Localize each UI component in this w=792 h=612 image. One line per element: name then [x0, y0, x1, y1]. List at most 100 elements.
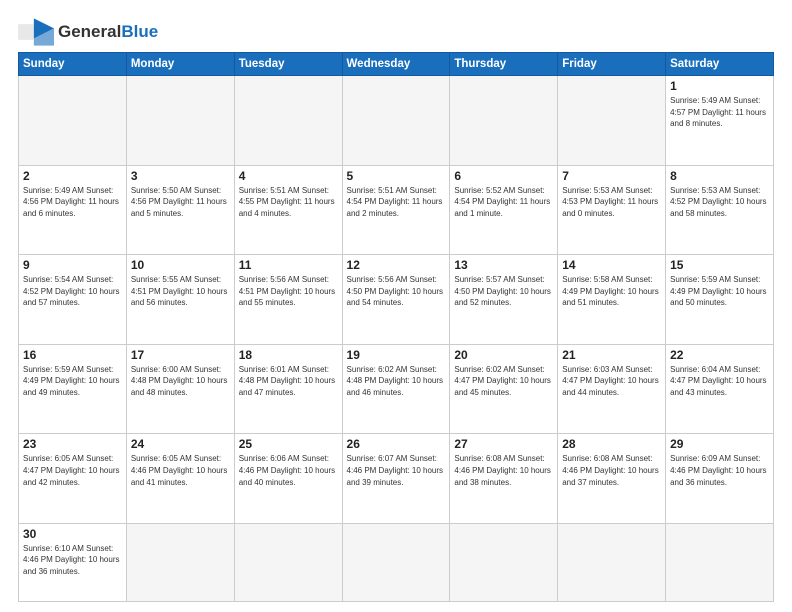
calendar-cell [558, 523, 666, 601]
day-number: 4 [239, 169, 338, 183]
day-info: Sunrise: 5:54 AM Sunset: 4:52 PM Dayligh… [23, 274, 122, 309]
day-info: Sunrise: 5:59 AM Sunset: 4:49 PM Dayligh… [23, 364, 122, 399]
day-number: 22 [670, 348, 769, 362]
calendar-cell: 18 Sunrise: 6:01 AM Sunset: 4:48 PM Dayli… [234, 344, 342, 434]
calendar-week-row: 16 Sunrise: 5:59 AM Sunset: 4:49 PM Dayli… [19, 344, 774, 434]
col-sunday: Sunday [19, 53, 127, 76]
day-info: Sunrise: 5:59 AM Sunset: 4:49 PM Dayligh… [670, 274, 769, 309]
calendar-cell: 4 Sunrise: 5:51 AM Sunset: 4:55 PM Daylig… [234, 165, 342, 255]
calendar-cell [126, 523, 234, 601]
day-number: 23 [23, 437, 122, 451]
day-number: 11 [239, 258, 338, 272]
day-info: Sunrise: 6:01 AM Sunset: 4:48 PM Dayligh… [239, 364, 338, 399]
day-number: 16 [23, 348, 122, 362]
day-number: 28 [562, 437, 661, 451]
day-info: Sunrise: 5:53 AM Sunset: 4:52 PM Dayligh… [670, 185, 769, 220]
day-number: 20 [454, 348, 553, 362]
calendar-cell: 3Sunrise: 5:50 AM Sunset: 4:56 PM Daylig… [126, 165, 234, 255]
day-info: Sunrise: 6:04 AM Sunset: 4:47 PM Dayligh… [670, 364, 769, 399]
calendar-week-row: 9 Sunrise: 5:54 AM Sunset: 4:52 PM Daylig… [19, 255, 774, 345]
col-friday: Friday [558, 53, 666, 76]
calendar-cell [450, 76, 558, 166]
day-info: Sunrise: 6:02 AM Sunset: 4:48 PM Dayligh… [347, 364, 446, 399]
day-info: Sunrise: 6:02 AM Sunset: 4:47 PM Dayligh… [454, 364, 553, 399]
calendar-cell: 26 Sunrise: 6:07 AM Sunset: 4:46 PM Dayli… [342, 434, 450, 524]
calendar-cell: 13 Sunrise: 5:57 AM Sunset: 4:50 PM Dayli… [450, 255, 558, 345]
calendar-cell: 14 Sunrise: 5:58 AM Sunset: 4:49 PM Dayli… [558, 255, 666, 345]
day-number: 2 [23, 169, 122, 183]
day-number: 27 [454, 437, 553, 451]
calendar-cell [234, 523, 342, 601]
calendar-cell: 1 Sunrise: 5:49 AM Sunset: 4:57 PM Daylig… [666, 76, 774, 166]
calendar-cell: 7 Sunrise: 5:53 AM Sunset: 4:53 PM Daylig… [558, 165, 666, 255]
logo-icon [18, 18, 54, 46]
day-info: Sunrise: 6:03 AM Sunset: 4:47 PM Dayligh… [562, 364, 661, 399]
day-number: 5 [347, 169, 446, 183]
logo-text: GeneralBlue [58, 23, 158, 42]
day-number: 1 [670, 79, 769, 93]
day-number: 13 [454, 258, 553, 272]
day-number: 21 [562, 348, 661, 362]
col-wednesday: Wednesday [342, 53, 450, 76]
calendar-week-row: 30Sunrise: 6:10 AM Sunset: 4:46 PM Dayli… [19, 523, 774, 601]
calendar-cell [342, 523, 450, 601]
day-info: Sunrise: 5:50 AM Sunset: 4:56 PM Dayligh… [131, 185, 230, 220]
day-number: 9 [23, 258, 122, 272]
logo: GeneralBlue [18, 18, 158, 46]
calendar-cell: 12Sunrise: 5:56 AM Sunset: 4:50 PM Dayli… [342, 255, 450, 345]
day-info: Sunrise: 6:07 AM Sunset: 4:46 PM Dayligh… [347, 453, 446, 488]
day-info: Sunrise: 5:56 AM Sunset: 4:50 PM Dayligh… [347, 274, 446, 309]
day-info: Sunrise: 5:52 AM Sunset: 4:54 PM Dayligh… [454, 185, 553, 220]
calendar-cell: 19Sunrise: 6:02 AM Sunset: 4:48 PM Dayli… [342, 344, 450, 434]
calendar-table: Sunday Monday Tuesday Wednesday Thursday… [18, 52, 774, 602]
day-info: Sunrise: 6:08 AM Sunset: 4:46 PM Dayligh… [562, 453, 661, 488]
calendar-cell: 2 Sunrise: 5:49 AM Sunset: 4:56 PM Daylig… [19, 165, 127, 255]
day-info: Sunrise: 6:09 AM Sunset: 4:46 PM Dayligh… [670, 453, 769, 488]
day-info: Sunrise: 5:58 AM Sunset: 4:49 PM Dayligh… [562, 274, 661, 309]
calendar-header-row: Sunday Monday Tuesday Wednesday Thursday… [19, 53, 774, 76]
day-number: 29 [670, 437, 769, 451]
day-info: Sunrise: 5:51 AM Sunset: 4:55 PM Dayligh… [239, 185, 338, 220]
day-info: Sunrise: 5:56 AM Sunset: 4:51 PM Dayligh… [239, 274, 338, 309]
day-info: Sunrise: 5:53 AM Sunset: 4:53 PM Dayligh… [562, 185, 661, 220]
calendar-cell: 16 Sunrise: 5:59 AM Sunset: 4:49 PM Dayli… [19, 344, 127, 434]
calendar-week-row: 2 Sunrise: 5:49 AM Sunset: 4:56 PM Daylig… [19, 165, 774, 255]
calendar-cell [666, 523, 774, 601]
calendar-cell [342, 76, 450, 166]
calendar-cell: 22 Sunrise: 6:04 AM Sunset: 4:47 PM Dayli… [666, 344, 774, 434]
calendar-cell: 8Sunrise: 5:53 AM Sunset: 4:52 PM Daylig… [666, 165, 774, 255]
day-number: 10 [131, 258, 230, 272]
day-info: Sunrise: 6:08 AM Sunset: 4:46 PM Dayligh… [454, 453, 553, 488]
page: GeneralBlue Sunday Monday Tuesday Wednes… [0, 0, 792, 612]
calendar-cell [234, 76, 342, 166]
day-number: 25 [239, 437, 338, 451]
calendar-cell: 5Sunrise: 5:51 AM Sunset: 4:54 PM Daylig… [342, 165, 450, 255]
day-info: Sunrise: 5:49 AM Sunset: 4:56 PM Dayligh… [23, 185, 122, 220]
day-info: Sunrise: 5:57 AM Sunset: 4:50 PM Dayligh… [454, 274, 553, 309]
day-info: Sunrise: 6:00 AM Sunset: 4:48 PM Dayligh… [131, 364, 230, 399]
day-number: 6 [454, 169, 553, 183]
calendar-cell [126, 76, 234, 166]
calendar-cell: 25 Sunrise: 6:06 AM Sunset: 4:46 PM Dayli… [234, 434, 342, 524]
calendar-cell: 27 Sunrise: 6:08 AM Sunset: 4:46 PM Dayli… [450, 434, 558, 524]
day-info: Sunrise: 6:06 AM Sunset: 4:46 PM Dayligh… [239, 453, 338, 488]
day-info: Sunrise: 6:05 AM Sunset: 4:47 PM Dayligh… [23, 453, 122, 488]
calendar-cell: 17Sunrise: 6:00 AM Sunset: 4:48 PM Dayli… [126, 344, 234, 434]
day-number: 18 [239, 348, 338, 362]
day-number: 15 [670, 258, 769, 272]
calendar-cell: 10Sunrise: 5:55 AM Sunset: 4:51 PM Dayli… [126, 255, 234, 345]
day-number: 14 [562, 258, 661, 272]
day-info: Sunrise: 5:49 AM Sunset: 4:57 PM Dayligh… [670, 95, 769, 130]
header: GeneralBlue [18, 18, 774, 46]
calendar-cell: 28 Sunrise: 6:08 AM Sunset: 4:46 PM Dayli… [558, 434, 666, 524]
calendar-cell: 20 Sunrise: 6:02 AM Sunset: 4:47 PM Dayli… [450, 344, 558, 434]
calendar-week-row: 23 Sunrise: 6:05 AM Sunset: 4:47 PM Dayli… [19, 434, 774, 524]
calendar-cell: 9 Sunrise: 5:54 AM Sunset: 4:52 PM Daylig… [19, 255, 127, 345]
day-number: 26 [347, 437, 446, 451]
day-number: 7 [562, 169, 661, 183]
calendar-cell [558, 76, 666, 166]
calendar-week-row: 1 Sunrise: 5:49 AM Sunset: 4:57 PM Daylig… [19, 76, 774, 166]
calendar-cell: 24Sunrise: 6:05 AM Sunset: 4:46 PM Dayli… [126, 434, 234, 524]
calendar-cell [19, 76, 127, 166]
calendar-cell [450, 523, 558, 601]
